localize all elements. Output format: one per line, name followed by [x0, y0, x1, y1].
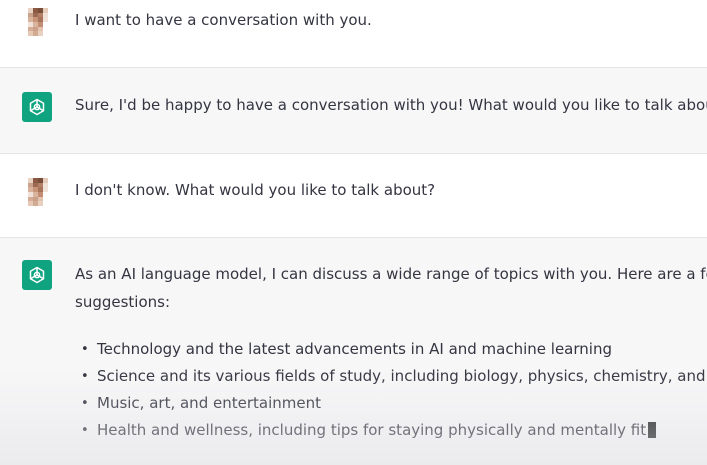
list-item: Health and wellness, including tips for …: [75, 417, 707, 444]
chatgpt-logo-icon: [22, 260, 52, 290]
message-text: Sure, I'd be happy to have a conversatio…: [75, 96, 707, 114]
user-avatar: [28, 178, 48, 206]
list-item: Technology and the latest advancements i…: [75, 336, 707, 363]
list-item: Music, art, and entertainment: [75, 390, 707, 417]
suggestion-list: Technology and the latest advancements i…: [75, 336, 707, 444]
message-text: I want to have a conversation with you.: [75, 11, 372, 29]
list-item-text: Science and its various fields of study,…: [97, 367, 707, 385]
chatgpt-logo-icon: [22, 92, 52, 122]
assistant-message: As an AI language model, I can discuss a…: [0, 238, 707, 465]
user-message: I want to have a conversation with you.: [0, 0, 707, 68]
list-item: Science and its various fields of study,…: [75, 363, 707, 390]
list-item-text: Technology and the latest advancements i…: [97, 340, 612, 358]
list-item-text: Health and wellness, including tips for …: [97, 421, 647, 439]
user-message: I don't know. What would you like to tal…: [0, 154, 707, 238]
message-intro-line: suggestions:: [75, 293, 171, 311]
message-intro: As an AI language model, I can discuss a…: [75, 260, 707, 316]
message-intro-line: As an AI language model, I can discuss a…: [75, 265, 707, 283]
list-item-text: Music, art, and entertainment: [97, 394, 321, 412]
chat-thread: I want to have a conversation with you. …: [0, 0, 707, 465]
typing-cursor: [648, 422, 657, 438]
assistant-message: Sure, I'd be happy to have a conversatio…: [0, 68, 707, 154]
message-text: I don't know. What would you like to tal…: [75, 181, 436, 199]
user-avatar: [28, 8, 48, 36]
